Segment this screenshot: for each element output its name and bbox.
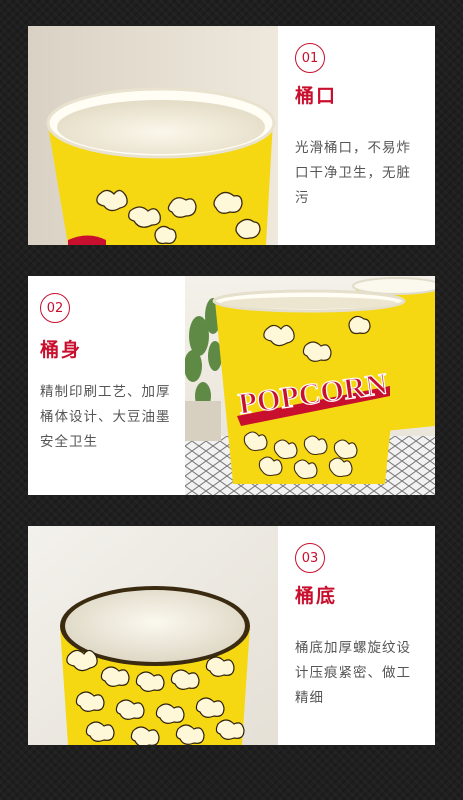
feature-text-bottom: 03 桶底 桶底加厚螺旋纹设计压痕紧密、做工精细 xyxy=(278,526,435,745)
section-number: 02 xyxy=(40,293,70,323)
section-title: 桶底 xyxy=(295,585,338,607)
cup-rim-illustration xyxy=(28,26,278,245)
section-number: 01 xyxy=(295,43,325,73)
section-description: 光滑桶口，不易炸口干净卫生，无脏污 xyxy=(295,140,411,206)
feature-card-body: 02 桶身 精制印刷工艺、加厚桶体设计、大豆油墨安全卫生 POPCORN xyxy=(28,276,435,495)
cup-body-illustration: POPCORN xyxy=(185,276,435,495)
feature-text-rim: 01 桶口 光滑桶口，不易炸口干净卫生，无脏污 xyxy=(278,26,435,245)
feature-card-bottom: 03 桶底 桶底加厚螺旋纹设计压痕紧密、做工精细 xyxy=(28,526,435,745)
cup-rim-photo xyxy=(28,26,278,245)
cup-bottom-illustration xyxy=(28,526,278,745)
cup-bottom-photo xyxy=(28,526,278,745)
section-description: 精制印刷工艺、加厚桶体设计、大豆油墨安全卫生 xyxy=(40,384,171,450)
section-description: 桶底加厚螺旋纹设计压痕紧密、做工精细 xyxy=(295,640,411,706)
section-title: 桶身 xyxy=(40,339,83,361)
cup-body-photo: POPCORN xyxy=(185,276,435,495)
feature-text-body: 02 桶身 精制印刷工艺、加厚桶体设计、大豆油墨安全卫生 xyxy=(28,276,185,495)
feature-card-rim: 01 桶口 光滑桶口，不易炸口干净卫生，无脏污 xyxy=(28,26,435,245)
section-number: 03 xyxy=(295,543,325,573)
section-title: 桶口 xyxy=(295,85,338,107)
